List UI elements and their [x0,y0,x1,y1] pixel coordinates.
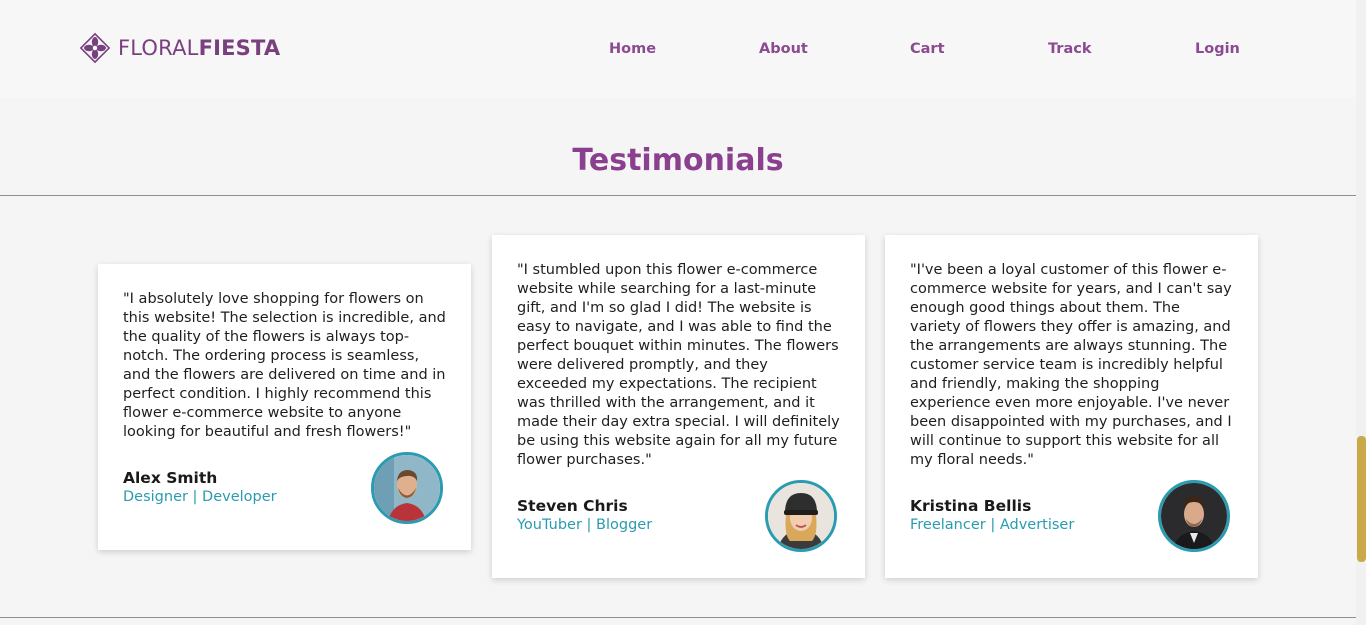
testimonial-author-role: Freelancer | Advertiser [910,517,1075,533]
nav-track[interactable]: Track [1048,41,1091,57]
avatar [765,480,837,552]
nav-login[interactable]: Login [1195,41,1240,57]
brand-name-bold: FIESTA [198,36,281,60]
testimonial-card: "I stumbled upon this flower e-commerce … [492,235,865,578]
testimonial-author-role: YouTuber | Blogger [517,517,653,533]
testimonial-author-name: Steven Chris [517,497,628,515]
section-divider-top [0,195,1356,196]
testimonial-card: "I absolutely love shopping for flowers … [98,264,471,550]
testimonial-author-name: Kristina Bellis [910,497,1032,515]
testimonial-author-role: Designer | Developer [123,489,277,505]
testimonial-quote: "I've been a loyal customer of this flow… [910,262,1232,468]
section-divider-bottom [0,617,1356,618]
brand-name-light: FLORAL [118,36,199,60]
avatar-man-suit-icon [1161,483,1227,549]
scrollbar-thumb[interactable] [1357,436,1366,562]
section-title: Testimonials [572,142,784,178]
avatar [371,452,443,524]
nav-cart[interactable]: Cart [910,41,945,57]
nav-about[interactable]: About [759,41,808,57]
testimonial-card: "I've been a loyal customer of this flow… [885,235,1258,578]
nav-home[interactable]: Home [609,41,656,57]
avatar-man-beard-icon [374,455,440,521]
site-header: FLORALFIESTA Home About Cart Track Login [0,0,1366,98]
brand-logo[interactable]: FLORALFIESTA [78,31,280,65]
avatar-woman-beanie-icon [768,483,834,549]
avatar [1158,480,1230,552]
testimonial-author-name: Alex Smith [123,469,218,487]
flower-logo-icon [79,32,111,64]
brand-name: FLORALFIESTA [118,36,280,60]
testimonial-quote: "I stumbled upon this flower e-commerce … [517,262,840,468]
testimonial-quote: "I absolutely love shopping for flowers … [123,291,446,440]
